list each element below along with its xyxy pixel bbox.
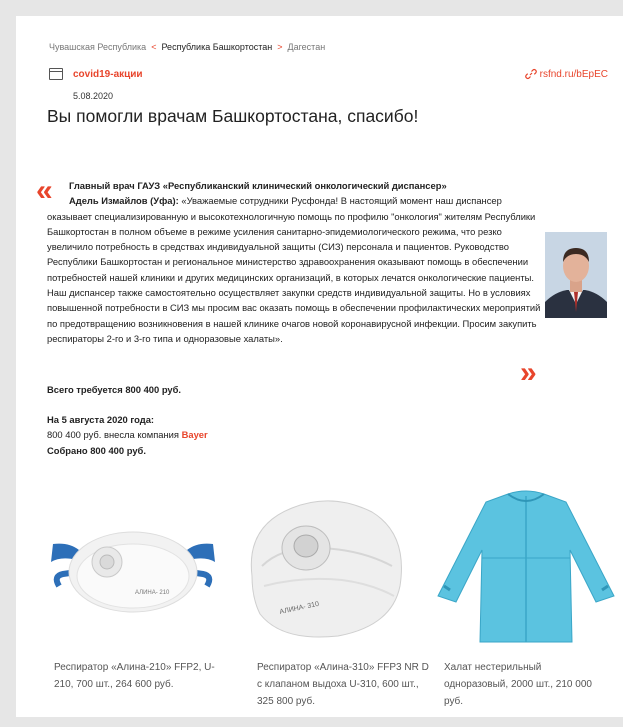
summary-block: На 5 августа 2020 года: 800 400 руб. вне… — [47, 412, 208, 458]
respirator-210-image: АЛИНА- 210 — [51, 531, 215, 613]
summary-total: Всего требуется 800 400 руб. — [47, 384, 182, 395]
breadcrumb: Чувашская Республика < Республика Башкорто… — [49, 42, 325, 52]
donor-name[interactable]: Bayer — [182, 429, 208, 440]
quote-close-mark: » — [520, 356, 537, 389]
quote-text: Главный врач ГАУЗ «Республиканский клини… — [47, 178, 547, 346]
tag-row: covid19-акции — [49, 68, 143, 80]
breadcrumb-current: Республика Башкортостан — [161, 42, 273, 52]
product-caption-2: Респиратор «Алина-310» FFP3 NR D с клапа… — [257, 662, 429, 707]
link-icon — [524, 69, 537, 79]
breadcrumb-prev-arrow[interactable]: < — [151, 42, 156, 52]
mask-print-210: АЛИНА- 210 — [135, 590, 170, 596]
respirator-310-image: АЛИНА- 310 — [250, 500, 402, 638]
publish-date: 5.08.2020 — [73, 91, 114, 101]
breadcrumb-next-arrow[interactable]: > — [277, 42, 282, 52]
summary-collected: Собрано 800 400 руб. — [47, 444, 146, 456]
breadcrumb-prev[interactable]: Чувашская Республика — [49, 42, 146, 52]
quote-author-name: Адель Измайлов (Уфа): — [69, 195, 179, 207]
quote-body: «Уважаемые сотрудники Русфонда! В настоя… — [47, 195, 541, 344]
quote-author-title: Главный врач ГАУЗ «Республиканский клини… — [69, 180, 447, 191]
breadcrumb-next[interactable]: Дагестан — [287, 42, 325, 52]
shortlink[interactable]: rsfnd.ru/bEpEC — [524, 68, 608, 80]
folder-icon — [49, 68, 63, 80]
summary-as-of: На 5 августа 2020 года: — [47, 414, 155, 425]
article-card: Чувашская Республика < Республика Башкорто… — [16, 16, 623, 717]
author-photo — [545, 232, 607, 318]
summary-donation: 800 400 руб. внесла компания — [47, 429, 179, 441]
tag-link[interactable]: covid19-акции — [73, 69, 143, 80]
product-caption-1: Респиратор «Алина-210» FFP2, U-210, 700 … — [54, 662, 215, 690]
gown-image — [437, 490, 615, 643]
page-title: Вы помогли врачам Башкортостана, спасибо… — [47, 106, 419, 126]
shortlink-label: rsfnd.ru/bEpEC — [539, 68, 608, 80]
product-caption-3: Халат нестерильный одноразовый, 2000 шт.… — [444, 662, 592, 707]
